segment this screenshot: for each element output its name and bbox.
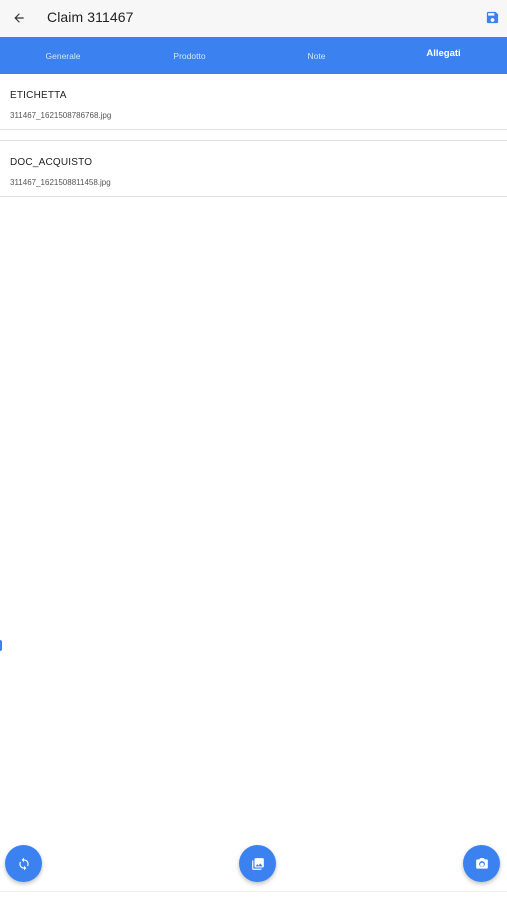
gallery-button[interactable]	[239, 845, 276, 882]
list-divider	[0, 130, 507, 141]
app-bar: Claim 311467	[0, 0, 507, 37]
camera-button[interactable]	[463, 845, 500, 882]
attachment-item[interactable]: DOC_ACQUISTO 311467_1621508811458.jpg	[0, 141, 507, 197]
attachment-type: DOC_ACQUISTO	[10, 157, 93, 168]
tab-allegati[interactable]: Allegati	[380, 37, 507, 74]
tab-prodotto[interactable]: Prodotto	[126, 37, 253, 74]
page-title: Claim 311467	[47, 9, 134, 25]
attachment-filename: 311467_1621508786768.jpg	[10, 111, 112, 120]
claim-screen: Claim 311467 Generale Prodotto Note Alle…	[0, 0, 507, 900]
image-gallery-icon	[251, 857, 264, 870]
arrow-back-icon	[14, 13, 24, 23]
attachments-list: ETICHETTA 311467_1621508786768.jpg DOC_A…	[0, 74, 507, 197]
tab-generale[interactable]: Generale	[0, 37, 126, 74]
save-floppy-icon	[486, 11, 499, 24]
bottom-divider	[0, 891, 507, 892]
attachment-item[interactable]: ETICHETTA 311467_1621508786768.jpg	[0, 74, 507, 130]
tab-bar: Generale Prodotto Note Allegati	[0, 37, 507, 74]
tab-note[interactable]: Note	[253, 37, 380, 74]
attachment-type: ETICHETTA	[10, 90, 67, 101]
refresh-button[interactable]	[5, 845, 42, 882]
refresh-icon	[18, 857, 29, 870]
camera-icon	[475, 857, 488, 869]
save-button[interactable]	[485, 10, 501, 26]
attachment-filename: 311467_1621508811458.jpg	[10, 178, 111, 187]
edge-drawer-handle[interactable]	[0, 640, 2, 651]
back-button[interactable]	[8, 7, 30, 29]
